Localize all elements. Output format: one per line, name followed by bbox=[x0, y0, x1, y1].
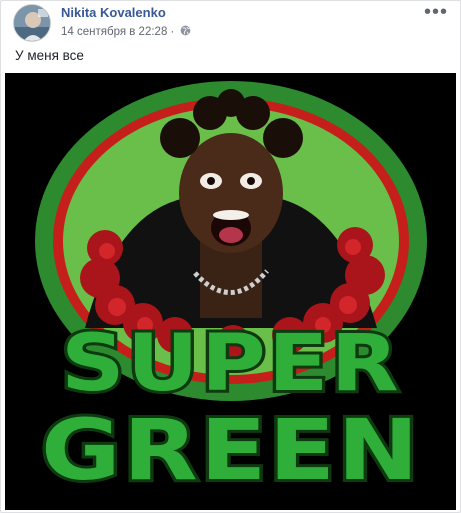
post-meta: 14 сентября в 22:28 · bbox=[61, 25, 191, 39]
super-green-image: SUPER GREEN bbox=[5, 73, 456, 510]
meta-separator: · bbox=[170, 26, 175, 38]
post-photo[interactable]: SUPER GREEN bbox=[5, 73, 456, 510]
timestamp[interactable]: 14 сентября в 22:28 bbox=[61, 26, 167, 38]
image-text-line2: GREEN bbox=[41, 401, 421, 499]
avatar[interactable] bbox=[13, 4, 51, 42]
post-text: У меня все bbox=[15, 48, 84, 63]
avatar-image bbox=[14, 5, 50, 41]
image-text-line1: SUPER bbox=[61, 319, 401, 409]
more-options-icon[interactable]: ••• bbox=[424, 1, 448, 23]
globe-icon[interactable] bbox=[180, 25, 191, 39]
post-card: Nikita Kovalenko 14 сентября в 22:28 · •… bbox=[0, 0, 461, 513]
author-name[interactable]: Nikita Kovalenko bbox=[61, 5, 166, 20]
